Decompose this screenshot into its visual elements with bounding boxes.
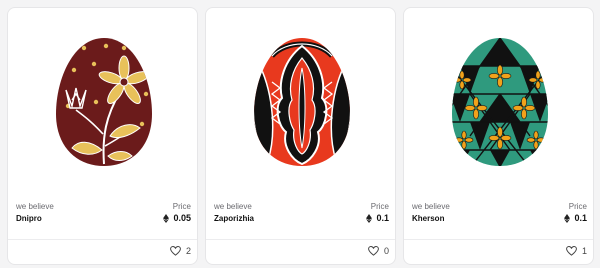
- price-value-group: 0.1: [366, 213, 389, 223]
- pysanka-image[interactable]: [8, 8, 197, 195]
- pysanka-image[interactable]: [206, 8, 395, 195]
- card-footer: 2: [8, 239, 197, 264]
- heart-icon: [368, 246, 379, 256]
- price-label: Price: [172, 202, 191, 211]
- like-count: 1: [581, 246, 587, 256]
- price-value: 0.1: [574, 213, 587, 223]
- heart-icon: [170, 246, 181, 256]
- item-name[interactable]: Kherson: [412, 214, 444, 223]
- pysanka-zaporizhia-artwork: [253, 37, 350, 166]
- card-meta: we believe Kherson Price 0.1: [404, 198, 593, 234]
- price-value-group: 0.05: [163, 213, 191, 223]
- pysanka-dnipro-artwork: [55, 37, 152, 166]
- price-label: Price: [568, 202, 587, 211]
- ethereum-icon: [163, 213, 170, 223]
- like-button[interactable]: 1: [566, 246, 587, 256]
- item-name[interactable]: Zaporizhia: [214, 214, 254, 223]
- like-button[interactable]: 0: [368, 246, 389, 256]
- like-count: 0: [383, 246, 389, 256]
- nft-card-dnipro[interactable]: we believe Dnipro Price 0.05 2: [7, 7, 198, 265]
- like-count: 2: [185, 246, 191, 256]
- pysanka-image[interactable]: [404, 8, 593, 195]
- price-value-group: 0.1: [564, 213, 587, 223]
- card-meta: we believe Zaporizhia Price 0.1: [206, 198, 395, 234]
- ethereum-icon: [564, 213, 571, 223]
- heart-icon: [566, 246, 577, 256]
- price-value: 0.1: [376, 213, 389, 223]
- collection-name[interactable]: we believe: [16, 202, 54, 211]
- ethereum-icon: [366, 213, 373, 223]
- nft-card-zaporizhia[interactable]: we believe Zaporizhia Price 0.1 0: [205, 7, 396, 265]
- card-meta: we believe Dnipro Price 0.05: [8, 198, 197, 234]
- card-footer: 1: [404, 239, 593, 264]
- pysanka-kherson-artwork: [451, 37, 548, 166]
- nft-card-grid: we believe Dnipro Price 0.05 2 we believ…: [7, 7, 594, 265]
- like-button[interactable]: 2: [170, 246, 191, 256]
- price-value: 0.05: [173, 213, 191, 223]
- price-label: Price: [370, 202, 389, 211]
- card-footer: 0: [206, 239, 395, 264]
- item-name[interactable]: Dnipro: [16, 214, 42, 223]
- nft-card-kherson[interactable]: we believe Kherson Price 0.1 1: [403, 7, 594, 265]
- collection-name[interactable]: we believe: [412, 202, 450, 211]
- collection-name[interactable]: we believe: [214, 202, 252, 211]
